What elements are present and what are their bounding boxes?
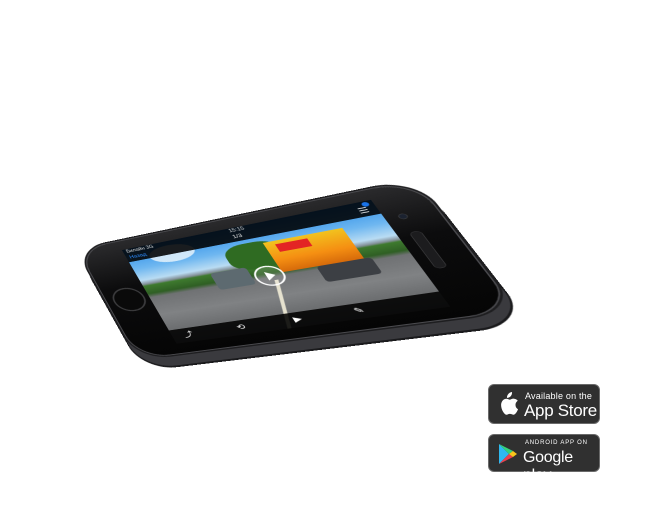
van bbox=[210, 267, 257, 290]
app-store-badge[interactable]: Available on the App Store bbox=[488, 384, 600, 424]
phone-body: Билайн 3G 15:15 Назад 1/3 ☰ ⤴ ⟲ ▶ ✎ bbox=[78, 180, 515, 358]
play-icon[interactable]: ▶ bbox=[292, 315, 305, 323]
app-store-tagline: Available on the bbox=[525, 391, 592, 401]
apple-icon bbox=[497, 391, 519, 417]
edit-icon[interactable]: ✎ bbox=[352, 307, 367, 316]
repeat-icon[interactable]: ⟲ bbox=[235, 323, 248, 331]
app-store-name: App Store bbox=[524, 401, 597, 421]
front-camera-icon bbox=[397, 213, 410, 220]
share-icon[interactable]: ⤴ bbox=[182, 331, 195, 339]
google-play-badge[interactable]: ANDROID APP ON Google play bbox=[488, 434, 600, 472]
menu-icon[interactable]: ☰ bbox=[357, 207, 372, 216]
marketing-stage: Билайн 3G 15:15 Назад 1/3 ☰ ⤴ ⟲ ▶ ✎ Avai… bbox=[0, 0, 646, 530]
google-play-name: Google play bbox=[523, 449, 599, 485]
phone-screen: Билайн 3G 15:15 Назад 1/3 ☰ ⤴ ⟲ ▶ ✎ bbox=[122, 200, 450, 344]
google-play-tagline: ANDROID APP ON bbox=[525, 440, 588, 446]
item-counter: 1/3 bbox=[231, 233, 243, 240]
phone-mockup: Билайн 3G 15:15 Назад 1/3 ☰ ⤴ ⟲ ▶ ✎ bbox=[78, 180, 515, 358]
google-play-icon bbox=[498, 443, 518, 465]
